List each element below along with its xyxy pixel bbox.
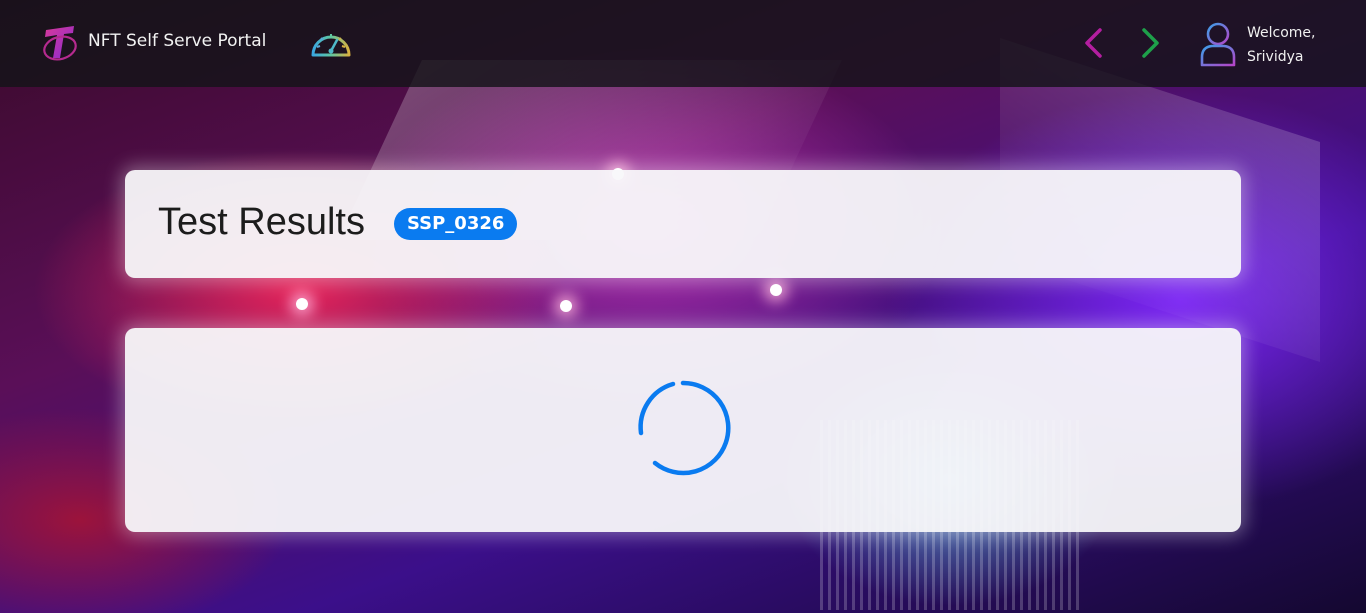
user-name: Srividya xyxy=(1247,49,1304,65)
top-navigation-bar: NFT Self Serve Portal Welcome, Srividya xyxy=(0,0,1366,87)
background-light xyxy=(560,300,572,312)
page-root: NFT Self Serve Portal Welcome, Srividya … xyxy=(0,0,1366,613)
test-results-content-card xyxy=(125,328,1241,532)
welcome-message: Welcome, Srividya xyxy=(1247,21,1316,69)
welcome-greeting: Welcome, xyxy=(1247,25,1316,41)
background-light xyxy=(770,284,782,296)
app-title: NFT Self Serve Portal xyxy=(88,31,267,51)
speedometer-icon[interactable] xyxy=(308,25,354,61)
chevron-right-icon[interactable] xyxy=(1138,26,1164,60)
test-id-badge: SSP_0326 xyxy=(394,208,518,240)
test-results-header-card: Test Results SSP_0326 xyxy=(125,170,1241,278)
user-icon[interactable] xyxy=(1198,21,1238,67)
chevron-left-icon[interactable] xyxy=(1080,26,1106,60)
telstra-logo-icon[interactable] xyxy=(40,22,80,64)
page-title: Test Results xyxy=(158,201,365,243)
background-light xyxy=(296,298,308,310)
loading-spinner-icon xyxy=(638,380,731,476)
